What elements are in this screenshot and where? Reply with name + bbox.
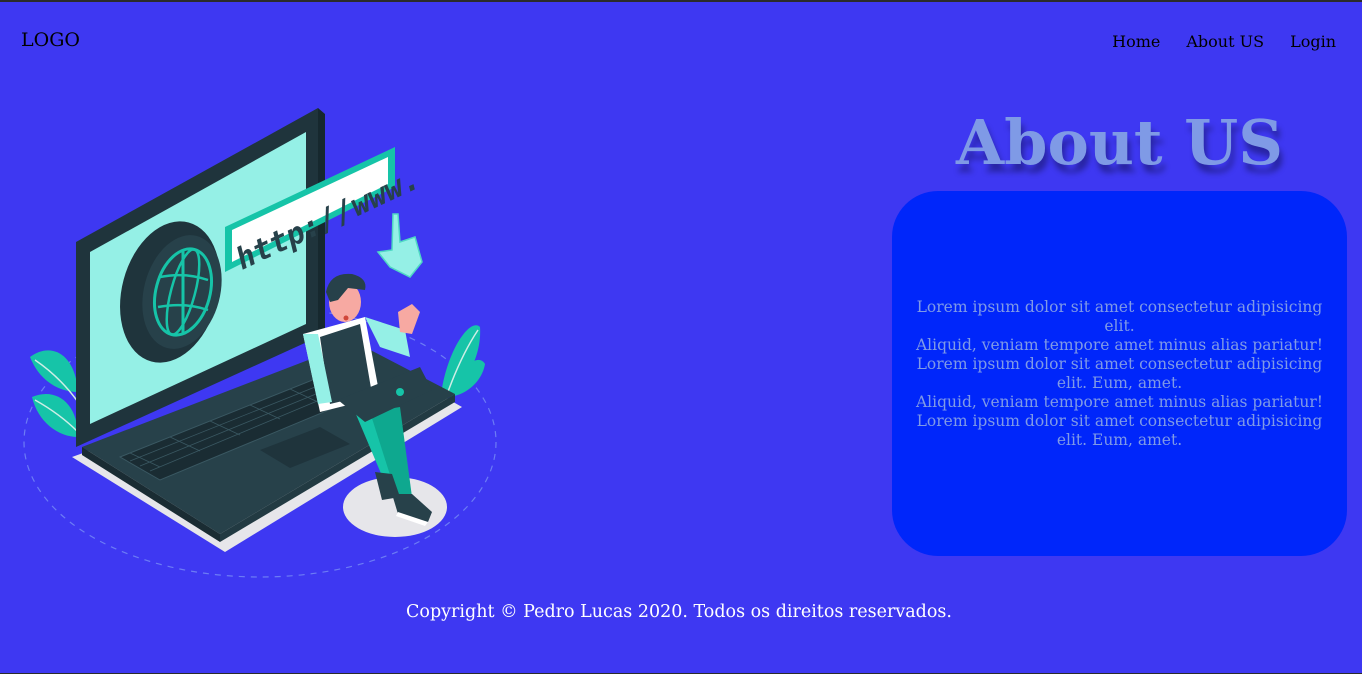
about-title: About US <box>956 106 1283 179</box>
top-nav: Home About US Login <box>1112 32 1336 51</box>
logo[interactable]: LOGO <box>21 29 80 51</box>
plant-left-icon <box>30 350 79 437</box>
about-card: Lorem ipsum dolor sit amet consectetur a… <box>892 191 1347 556</box>
footer-copyright: Copyright © Pedro Lucas 2020. Todos os d… <box>406 602 952 622</box>
nav-home[interactable]: Home <box>1112 32 1160 51</box>
pointer-hand-icon <box>376 213 423 278</box>
nav-about-us[interactable]: About US <box>1186 32 1264 51</box>
about-body-text: Lorem ipsum dolor sit amet consectetur a… <box>915 297 1323 449</box>
laptop-illustration: http://www. <box>23 108 497 578</box>
nav-login[interactable]: Login <box>1290 32 1336 51</box>
